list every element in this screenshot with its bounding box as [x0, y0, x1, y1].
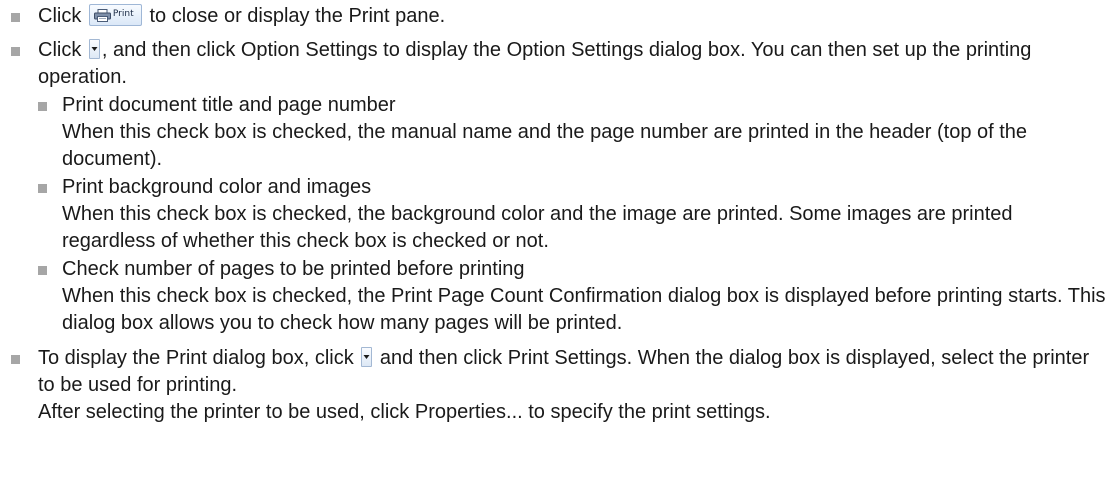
item-text-after: , and then click Option Settings to disp… [38, 39, 1032, 88]
bullet-icon [11, 47, 20, 56]
sub-item-background: Print background color and images When t… [38, 174, 1110, 255]
print-button-label: Print [112, 9, 134, 19]
sub-item-description: When this check box is checked, the Prin… [62, 285, 1106, 334]
help-page: Click Print to close or display the Prin… [0, 0, 1116, 481]
sub-item-document-title: Print document title and page number Whe… [38, 92, 1110, 173]
instruction-list: Click Print to close or display the Prin… [0, 3, 1110, 432]
bullet-icon [38, 266, 47, 275]
list-item-option-settings: Click , and then click Option Settings t… [0, 37, 1110, 337]
item-text-before: Click [38, 5, 82, 27]
bullet-icon [38, 184, 47, 193]
sub-item-page-count: Check number of pages to be printed befo… [38, 256, 1110, 337]
sub-item-title: Check number of pages to be printed befo… [62, 258, 525, 280]
sub-item-title: Print document title and page number [62, 94, 396, 116]
item-extra-text: After selecting the printer to be used, … [38, 401, 771, 423]
item-text-after: to close or display the Print pane. [149, 5, 446, 27]
bullet-icon [38, 102, 47, 111]
item-text-before: Click [38, 39, 82, 61]
print-button-image: Print [88, 4, 142, 26]
bullet-icon [11, 355, 20, 364]
printer-icon [93, 9, 111, 22]
list-item-print-pane: Click Print to close or display the Prin… [0, 3, 1110, 30]
sub-item-title: Print background color and images [62, 176, 372, 198]
sub-item-description: When this check box is checked, the back… [62, 203, 1013, 252]
sub-item-description: When this check box is checked, the manu… [62, 121, 1028, 170]
list-item-print-dialog: To display the Print dialog box, click a… [0, 345, 1110, 426]
option-settings-list: Print document title and page number Whe… [38, 92, 1110, 337]
dropdown-arrow-icon [361, 347, 373, 367]
dropdown-arrow-icon [88, 39, 100, 59]
bullet-icon [11, 13, 20, 22]
item-text-before: To display the Print dialog box, click [38, 347, 354, 369]
